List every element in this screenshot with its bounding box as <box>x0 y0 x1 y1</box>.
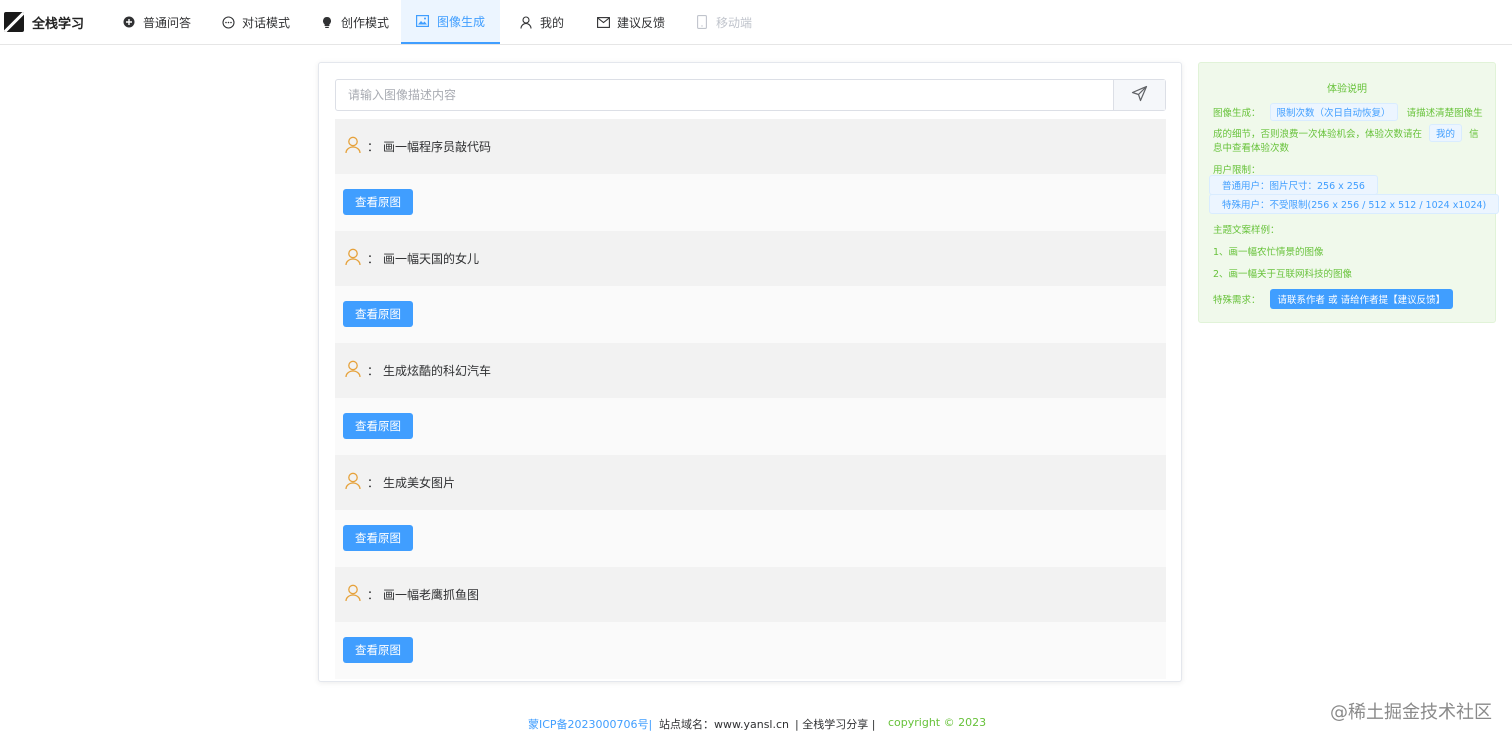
list-item: ：生成美女图片 查看原图 <box>335 455 1166 567</box>
nav-item-label: 普通问答 <box>143 15 192 30</box>
nav-item-image[interactable]: 图像生成 <box>401 0 500 44</box>
result-row: 查看原图 <box>335 510 1166 567</box>
prompt-row: ：画一幅天国的女儿 <box>335 231 1166 286</box>
list-item: ：生成炫酷的科幻汽车 查看原图 <box>335 343 1166 455</box>
chat-dots-icon <box>221 15 235 29</box>
nav-item-label: 对话模式 <box>242 15 291 30</box>
view-original-button[interactable]: 查看原图 <box>343 189 413 215</box>
nav-item-mine[interactable]: 我的 <box>519 0 564 44</box>
view-original-button[interactable]: 查看原图 <box>343 637 413 663</box>
prompt-text: ：画一幅老鹰抓鱼图 <box>367 588 480 602</box>
normal-user-tag: 普通用户：图片尺寸：256 x 256 <box>1209 175 1378 195</box>
list-item: ：画一幅程序员敲代码 查看原图 <box>335 119 1166 231</box>
special-needs-line: 特殊需求： 请联系作者 或 请给作者提【建议反馈】 <box>1213 289 1454 309</box>
contact-author-button[interactable]: 请联系作者 或 请给作者提【建议反馈】 <box>1269 289 1454 309</box>
send-button[interactable] <box>1113 80 1165 110</box>
prompt-text: ：生成美女图片 <box>367 476 456 490</box>
mine-tag: 我的 <box>1429 124 1463 142</box>
nav-item-label: 我的 <box>540 15 565 30</box>
user-limit-label: 用户限制： <box>1213 165 1261 176</box>
picture-icon <box>416 14 430 28</box>
nav-item-create[interactable]: 创作模式 <box>320 0 389 44</box>
example-item: 1、画一幅农忙情景的图像 <box>1213 247 1324 258</box>
example-item: 2、画一幅关于互联网科技的图像 <box>1213 269 1353 280</box>
nav-item-label: 创作模式 <box>341 15 390 30</box>
nav-item-feedback[interactable]: 建议反馈 <box>596 0 665 44</box>
gen-line-3: 息中查看体验次数 <box>1213 143 1290 154</box>
gen-line-1: 图像生成： 限制次数（次日自动恢复） 请描述清楚图像生 <box>1213 103 1483 121</box>
panel-title: 体验说明 <box>1327 84 1367 95</box>
prompt-row: ：生成炫酷的科幻汽车 <box>335 343 1166 398</box>
icp-link[interactable]: 蒙ICP备2023000706号| <box>528 716 652 732</box>
nav-item-chat[interactable]: 对话模式 <box>221 0 290 44</box>
user-avatar-icon <box>345 360 361 382</box>
share-text: | 全栈学习分享 | <box>795 718 876 731</box>
prompt-text: ：画一幅程序员敲代码 <box>367 140 492 154</box>
nav-item-qa[interactable]: 普通问答 <box>122 0 191 44</box>
view-original-button[interactable]: 查看原图 <box>343 525 413 551</box>
list-item: ：画一幅老鹰抓鱼图 查看原图 <box>335 567 1166 679</box>
plus-circle-icon <box>122 15 136 29</box>
nav-item-mobile: 移动端 <box>695 0 752 44</box>
bulb-icon <box>320 15 334 29</box>
limit-tag: 限制次数（次日自动恢复） <box>1269 103 1398 121</box>
copyright: copyright © 2023 <box>888 716 987 729</box>
user-avatar-icon <box>345 248 361 270</box>
view-original-button[interactable]: 查看原图 <box>343 301 413 327</box>
nav-item-label: 建议反馈 <box>617 15 666 30</box>
brand-title: 全栈学习 <box>32 16 85 32</box>
result-row: 查看原图 <box>335 174 1166 231</box>
list-item: ：画一幅天国的女儿 查看原图 <box>335 231 1166 343</box>
prompt-text: ：画一幅天国的女儿 <box>367 252 480 266</box>
brand-logo-icon <box>4 12 24 32</box>
examples-label: 主题文案样例： <box>1213 225 1280 236</box>
result-row: 查看原图 <box>335 398 1166 455</box>
prompt-row: ：画一幅程序员敲代码 <box>335 119 1166 174</box>
view-original-button[interactable]: 查看原图 <box>343 413 413 439</box>
special-user-tag: 特殊用户：不受限制(256 x 256 / 512 x 512 / 1024 x… <box>1209 194 1500 214</box>
prompt-row: ：画一幅老鹰抓鱼图 <box>335 567 1166 622</box>
search-bar <box>335 79 1166 111</box>
prompt-text: ：生成炫酷的科幻汽车 <box>367 364 492 378</box>
nav-item-label: 图像生成 <box>436 14 485 29</box>
watermark: @稀土掘金技术社区 <box>1330 702 1492 723</box>
experience-info-panel: 体验说明 图像生成： 限制次数（次日自动恢复） 请描述清楚图像生 成的细节，否则… <box>1198 62 1500 323</box>
user-avatar-icon <box>345 584 361 606</box>
brand[interactable]: 全栈学习 <box>4 12 84 32</box>
user-avatar-icon <box>345 472 361 494</box>
nav-item-label: 移动端 <box>716 15 753 30</box>
image-generation-card: ：画一幅程序员敲代码 查看原图 ：画一幅天国的女儿 查看原图 ：生成炫酷的科幻汽… <box>318 62 1182 682</box>
result-row: 查看原图 <box>335 286 1166 343</box>
image-description-input[interactable] <box>336 80 1113 110</box>
user-icon <box>519 15 533 29</box>
top-nav: 全栈学习 普通问答 对话模式 创作模式 图像生成 我的 建议反馈 移动端 <box>0 0 1512 45</box>
prompt-row: ：生成美女图片 <box>335 455 1166 510</box>
mail-icon <box>596 15 610 29</box>
send-icon <box>1131 85 1148 106</box>
user-avatar-icon <box>345 136 361 158</box>
phone-icon <box>695 15 709 29</box>
site-domain: 站点域名：www.yansl.cn <box>659 718 790 731</box>
result-row: 查看原图 <box>335 622 1166 679</box>
